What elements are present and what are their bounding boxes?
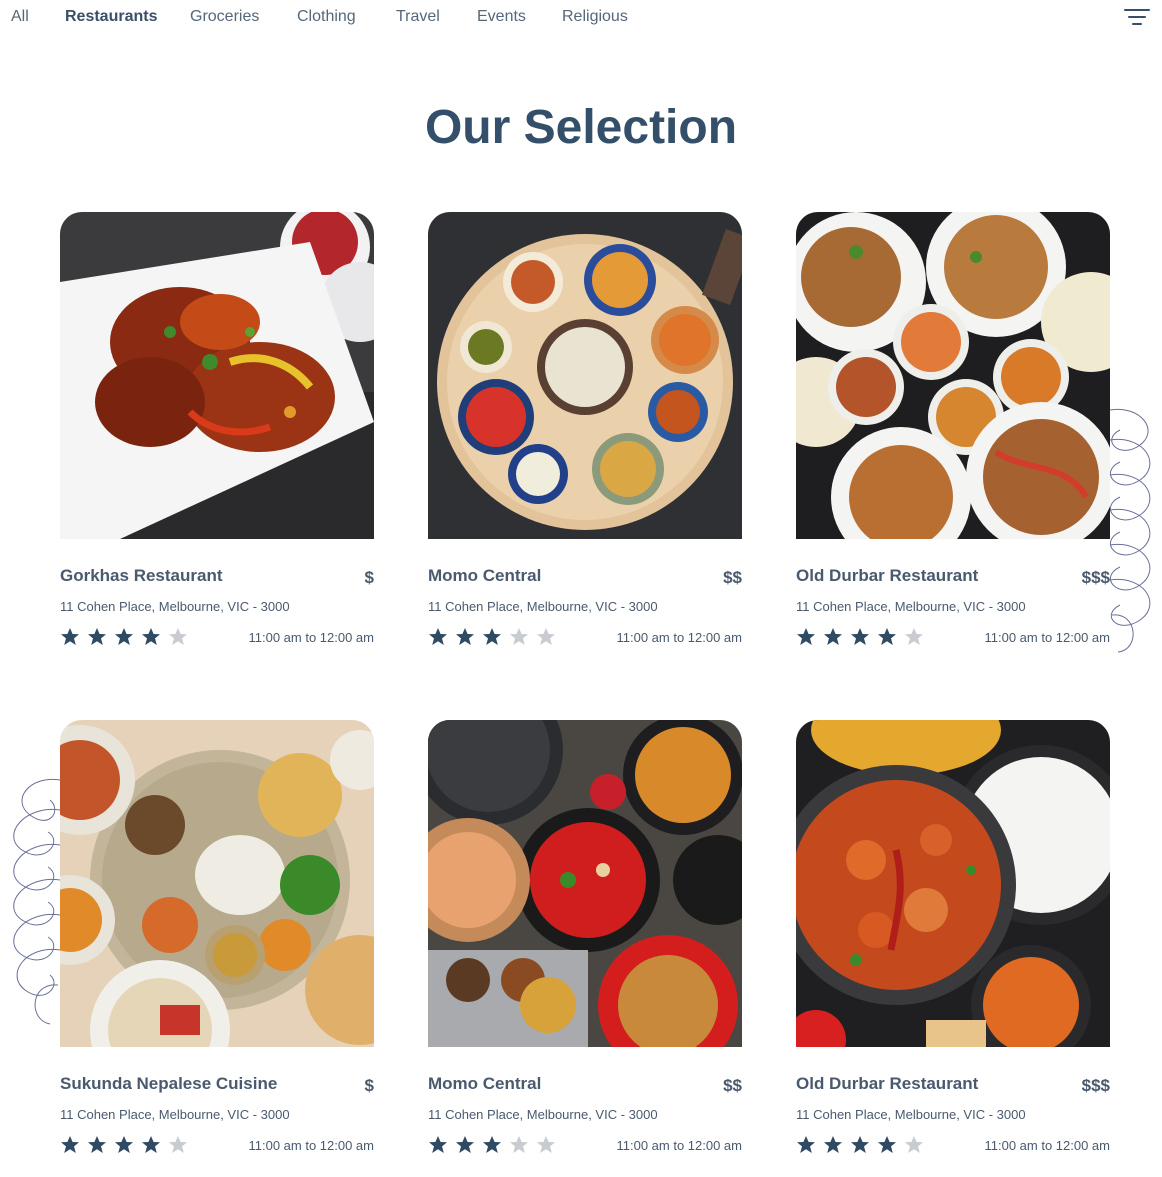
restaurant-address: 11 Cohen Place, Melbourne, VIC - 3000	[428, 1107, 658, 1122]
star-icon	[115, 628, 133, 645]
star-icon	[824, 628, 842, 645]
restaurant-address: 11 Cohen Place, Melbourne, VIC - 3000	[796, 1107, 1026, 1122]
tab-clothing[interactable]: Clothing	[297, 8, 356, 26]
price-level: $$	[723, 568, 742, 587]
opening-hours: 11:00 am to 12:00 am	[248, 1138, 374, 1153]
filter-icon[interactable]	[1120, 4, 1154, 28]
star-icon	[88, 628, 106, 645]
opening-hours: 11:00 am to 12:00 am	[616, 630, 742, 645]
opening-hours: 11:00 am to 12:00 am	[984, 1138, 1110, 1153]
star-icon	[824, 1136, 842, 1153]
star-rating	[60, 627, 195, 649]
price-level: $$$	[1081, 568, 1110, 587]
opening-hours: 11:00 am to 12:00 am	[248, 630, 374, 645]
restaurant-image[interactable]	[428, 720, 742, 1047]
star-icon	[142, 1136, 160, 1153]
restaurant-image[interactable]	[60, 212, 374, 539]
star-rating	[60, 1135, 195, 1157]
decorative-swirl-left	[13, 778, 61, 1025]
restaurant-name[interactable]: Old Durbar Restaurant	[796, 1074, 978, 1094]
tab-restaurants[interactable]: Restaurants	[65, 8, 157, 26]
star-icon	[483, 1136, 501, 1153]
page-title: Our Selection	[424, 101, 738, 154]
category-tabs: All Restaurants Groceries Clothing Trave…	[0, 0, 1162, 36]
restaurant-address: 11 Cohen Place, Melbourne, VIC - 3000	[60, 599, 290, 614]
star-icon	[851, 628, 869, 645]
star-icon	[88, 1136, 106, 1153]
star-icon	[429, 628, 447, 645]
star-icon	[456, 628, 474, 645]
restaurant-name[interactable]: Momo Central	[428, 1074, 541, 1094]
star-icon	[429, 1136, 447, 1153]
tab-travel[interactable]: Travel	[396, 8, 440, 26]
star-icon	[510, 1136, 528, 1153]
price-level: $$	[723, 1076, 742, 1095]
restaurant-name[interactable]: Old Durbar Restaurant	[796, 566, 978, 586]
restaurant-image[interactable]	[796, 720, 1110, 1047]
star-icon	[61, 628, 79, 645]
star-icon	[905, 628, 923, 645]
restaurant-card[interactable]: Momo Central $$ 11 Cohen Place, Melbourn…	[428, 720, 742, 1170]
star-icon	[851, 1136, 869, 1153]
star-icon	[483, 628, 501, 645]
star-icon	[537, 628, 555, 645]
restaurant-image[interactable]	[796, 212, 1110, 539]
opening-hours: 11:00 am to 12:00 am	[616, 1138, 742, 1153]
star-icon	[510, 628, 528, 645]
star-icon	[537, 1136, 555, 1153]
star-icon	[878, 628, 896, 645]
star-icon	[797, 1136, 815, 1153]
restaurant-image[interactable]	[60, 720, 374, 1047]
restaurant-name[interactable]: Sukunda Nepalese Cuisine	[60, 1074, 277, 1094]
star-icon	[905, 1136, 923, 1153]
restaurant-card[interactable]: Old Durbar Restaurant $$$ 11 Cohen Place…	[796, 212, 1110, 662]
star-icon	[61, 1136, 79, 1153]
restaurant-address: 11 Cohen Place, Melbourne, VIC - 3000	[60, 1107, 290, 1122]
star-icon	[797, 628, 815, 645]
opening-hours: 11:00 am to 12:00 am	[984, 630, 1110, 645]
restaurant-address: 11 Cohen Place, Melbourne, VIC - 3000	[796, 599, 1026, 614]
star-icon	[878, 1136, 896, 1153]
star-icon	[169, 628, 187, 645]
tab-groceries[interactable]: Groceries	[190, 8, 259, 26]
star-rating	[796, 627, 931, 649]
restaurant-card[interactable]: Sukunda Nepalese Cuisine $ 11 Cohen Plac…	[60, 720, 374, 1170]
price-level: $	[364, 568, 374, 587]
restaurant-address: 11 Cohen Place, Melbourne, VIC - 3000	[428, 599, 658, 614]
restaurant-name[interactable]: Gorkhas Restaurant	[60, 566, 223, 586]
restaurant-card[interactable]: Old Durbar Restaurant $$$ 11 Cohen Place…	[796, 720, 1110, 1170]
restaurant-image[interactable]	[428, 212, 742, 539]
tab-all[interactable]: All	[11, 8, 29, 26]
star-icon	[456, 1136, 474, 1153]
restaurant-card[interactable]: Momo Central $$ 11 Cohen Place, Melbourn…	[428, 212, 742, 662]
star-icon	[115, 1136, 133, 1153]
star-icon	[169, 1136, 187, 1153]
tab-events[interactable]: Events	[477, 8, 526, 26]
star-rating	[428, 1135, 563, 1157]
star-rating	[796, 1135, 931, 1157]
price-level: $$$	[1081, 1076, 1110, 1095]
star-icon	[142, 628, 160, 645]
star-rating	[428, 627, 563, 649]
restaurant-card[interactable]: Gorkhas Restaurant $ 11 Cohen Place, Mel…	[60, 212, 374, 662]
price-level: $	[364, 1076, 374, 1095]
tab-religious[interactable]: Religious	[562, 8, 628, 26]
restaurant-name[interactable]: Momo Central	[428, 566, 541, 586]
